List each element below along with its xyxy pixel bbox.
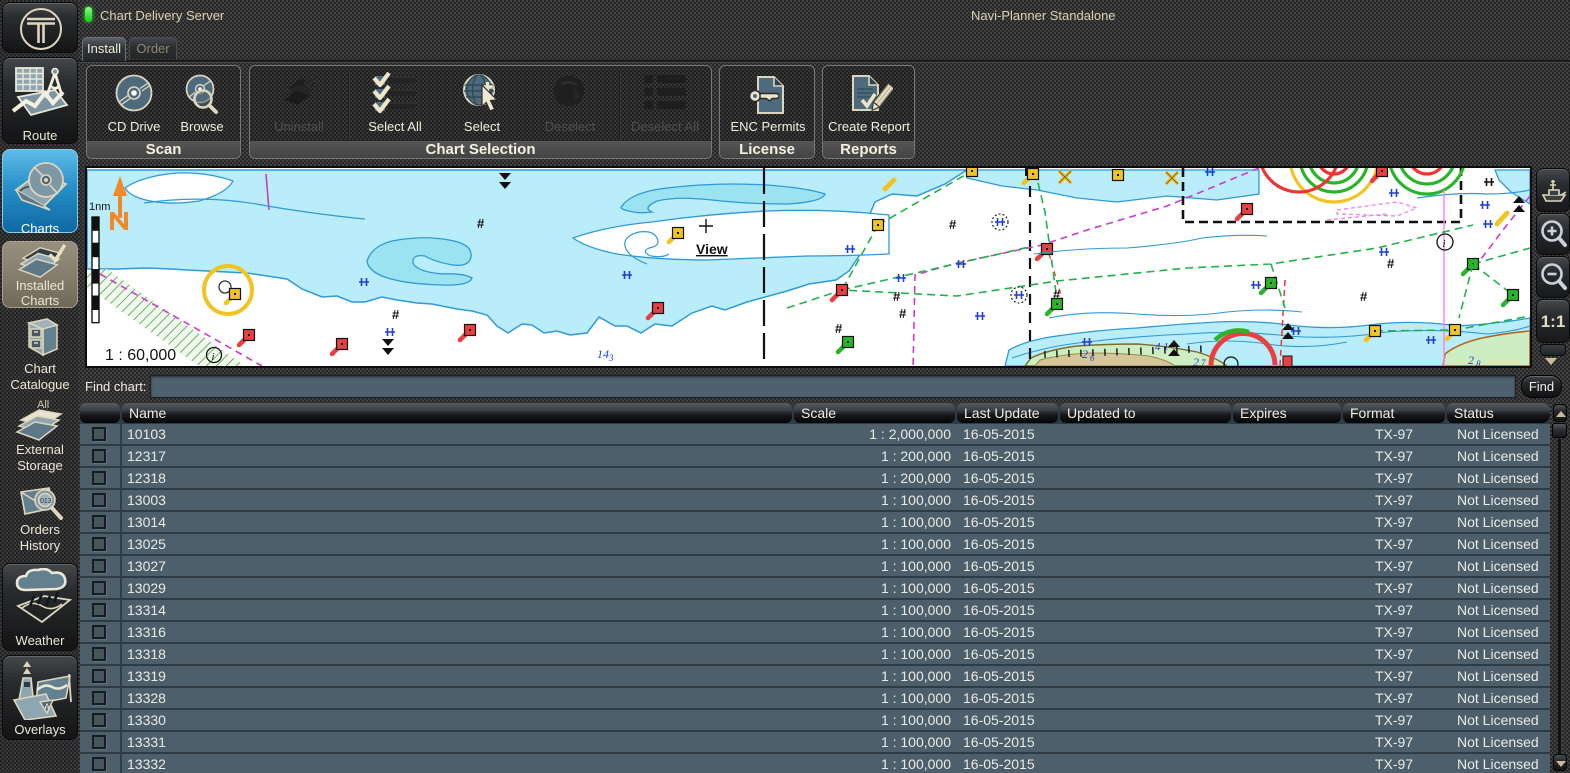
svg-text:i: i <box>1443 238 1446 250</box>
svg-text:8: 8 <box>1476 359 1481 366</box>
svg-text:#: # <box>477 216 485 231</box>
svg-text:3: 3 <box>608 353 614 363</box>
svg-text:#: # <box>1387 256 1395 271</box>
svg-text:7: 7 <box>1201 358 1206 366</box>
svg-text:#: # <box>1360 289 1368 304</box>
svg-text:#: # <box>835 321 843 336</box>
svg-text:All: All <box>37 399 49 411</box>
svg-text:View: View <box>696 241 728 257</box>
svg-text:A: A <box>44 702 50 712</box>
svg-text:2: 2 <box>1082 347 1088 361</box>
svg-text:#: # <box>893 289 901 304</box>
svg-text:1nm: 1nm <box>89 201 110 213</box>
svg-text:4 1: 4 1 <box>1155 341 1169 353</box>
svg-text:6: 6 <box>1090 353 1095 363</box>
svg-text:2: 2 <box>1468 353 1474 366</box>
svg-text:#: # <box>949 217 957 232</box>
svg-text:#: # <box>392 307 400 322</box>
svg-text:#: # <box>1053 287 1061 302</box>
svg-text:i: i <box>212 351 215 363</box>
svg-text:14: 14 <box>597 347 609 361</box>
svg-text:#: # <box>899 306 907 321</box>
svg-text:013: 013 <box>40 498 52 505</box>
svg-text:1 : 60,000: 1 : 60,000 <box>105 347 176 364</box>
svg-text:2: 2 <box>1193 355 1199 366</box>
